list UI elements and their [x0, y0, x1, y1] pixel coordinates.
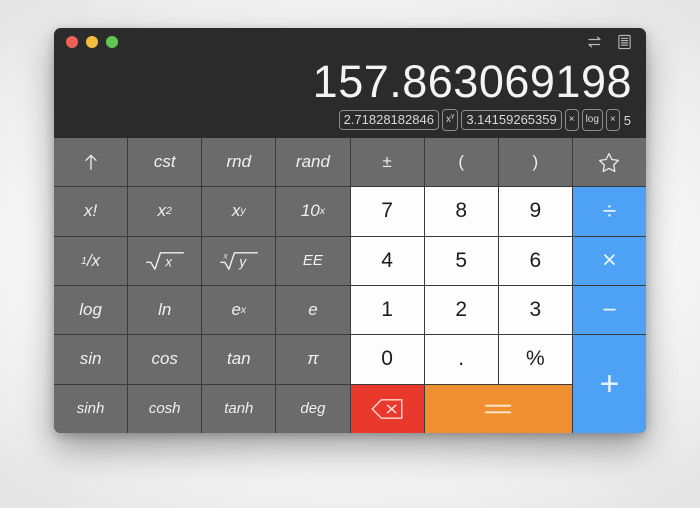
key-pi[interactable]: π: [276, 335, 350, 384]
main-display-value: 157.863069198: [312, 56, 632, 107]
key-favorite-star[interactable]: [572, 138, 646, 187]
key-factorial[interactable]: x!: [54, 187, 128, 236]
key-add[interactable]: +: [572, 335, 646, 433]
key-sin[interactable]: sin: [54, 335, 128, 384]
close-button[interactable]: [66, 36, 78, 48]
key-plus-minus[interactable]: ±: [350, 138, 424, 187]
key-log[interactable]: log: [54, 285, 128, 335]
traffic-lights: [54, 36, 118, 48]
formula-token-operand-pi[interactable]: 3.14159265359: [461, 110, 562, 130]
key-ten-power-x[interactable]: 10 x: [276, 187, 350, 236]
window-titlebar: [54, 28, 646, 56]
key-cosh[interactable]: cosh: [128, 384, 202, 433]
key-subtract[interactable]: −: [572, 285, 646, 335]
key-4[interactable]: 4: [350, 236, 424, 285]
key-rnd[interactable]: rnd: [202, 138, 276, 187]
swap-icon[interactable]: [587, 34, 603, 51]
formula-token-power[interactable]: xy: [441, 109, 459, 131]
key-tanh[interactable]: tanh: [202, 384, 276, 433]
key-nth-root[interactable]: x y: [202, 236, 276, 285]
svg-text:x: x: [164, 254, 173, 269]
key-1[interactable]: 1: [350, 285, 424, 335]
key-e[interactable]: e: [276, 285, 350, 335]
key-multiply[interactable]: ×: [572, 236, 646, 285]
key-2[interactable]: 2: [424, 285, 498, 335]
key-ee[interactable]: EE: [276, 236, 350, 285]
desktop-background: 157.863069198 2.71828182846 xy 3.1415926…: [0, 0, 700, 508]
key-3[interactable]: 3: [498, 285, 572, 335]
key-ln[interactable]: ln: [128, 285, 202, 335]
svg-text:x: x: [222, 251, 228, 260]
key-square-root[interactable]: x: [128, 236, 202, 285]
key-x-squared[interactable]: x2: [128, 187, 202, 236]
maximize-button[interactable]: [106, 36, 118, 48]
key-close-paren[interactable]: ): [498, 138, 572, 187]
key-5[interactable]: 5: [424, 236, 498, 285]
key-0[interactable]: 0: [350, 335, 424, 384]
backspace-icon: [369, 397, 405, 421]
formula-token-operand-e[interactable]: 2.71828182846: [338, 110, 439, 130]
key-equals[interactable]: [424, 384, 572, 433]
titlebar-actions: [587, 28, 633, 56]
key-e-power-x[interactable]: ex: [202, 285, 276, 335]
formula-history-bar[interactable]: 2.71828182846 xy 3.14159265359 × log × 5: [338, 109, 632, 131]
key-cst[interactable]: cst: [128, 138, 202, 187]
key-cos[interactable]: cos: [128, 335, 202, 384]
nth-root-icon: x y: [218, 249, 260, 273]
key-9[interactable]: 9: [498, 187, 572, 236]
display-area: 157.863069198 2.71828182846 xy 3.1415926…: [54, 56, 646, 138]
key-divide[interactable]: ÷: [572, 187, 646, 236]
key-tan[interactable]: tan: [202, 335, 276, 384]
key-up-arrow[interactable]: [54, 138, 128, 187]
svg-text:y: y: [238, 254, 247, 269]
key-sinh[interactable]: sinh: [54, 384, 128, 433]
key-8[interactable]: 8: [424, 187, 498, 236]
history-icon[interactable]: [617, 34, 633, 51]
key-rand[interactable]: rand: [276, 138, 350, 187]
key-deg[interactable]: deg: [276, 384, 350, 433]
formula-token-multiply-2[interactable]: ×: [605, 109, 620, 131]
minimize-button[interactable]: [86, 36, 98, 48]
square-root-icon: x: [144, 249, 186, 273]
formula-token-multiply[interactable]: ×: [564, 109, 579, 131]
key-reciprocal[interactable]: 1/x: [54, 236, 128, 285]
key-7[interactable]: 7: [350, 187, 424, 236]
key-x-power-y[interactable]: xy: [202, 187, 276, 236]
calculator-window: 157.863069198 2.71828182846 xy 3.1415926…: [54, 28, 646, 433]
key-percent[interactable]: %: [498, 335, 572, 384]
key-decimal-point[interactable]: .: [424, 335, 498, 384]
formula-token-log[interactable]: log: [581, 109, 603, 131]
equals-icon: [482, 399, 514, 418]
key-6[interactable]: 6: [498, 236, 572, 285]
key-open-paren[interactable]: (: [424, 138, 498, 187]
formula-token-operand-5: 5: [623, 112, 631, 128]
keypad: cst rnd rand ± ( ) x! x2 xy 10x 7 8 9 ÷: [54, 138, 646, 433]
star-icon: [597, 151, 621, 174]
key-backspace[interactable]: [350, 384, 424, 433]
up-arrow-icon: [81, 151, 101, 173]
